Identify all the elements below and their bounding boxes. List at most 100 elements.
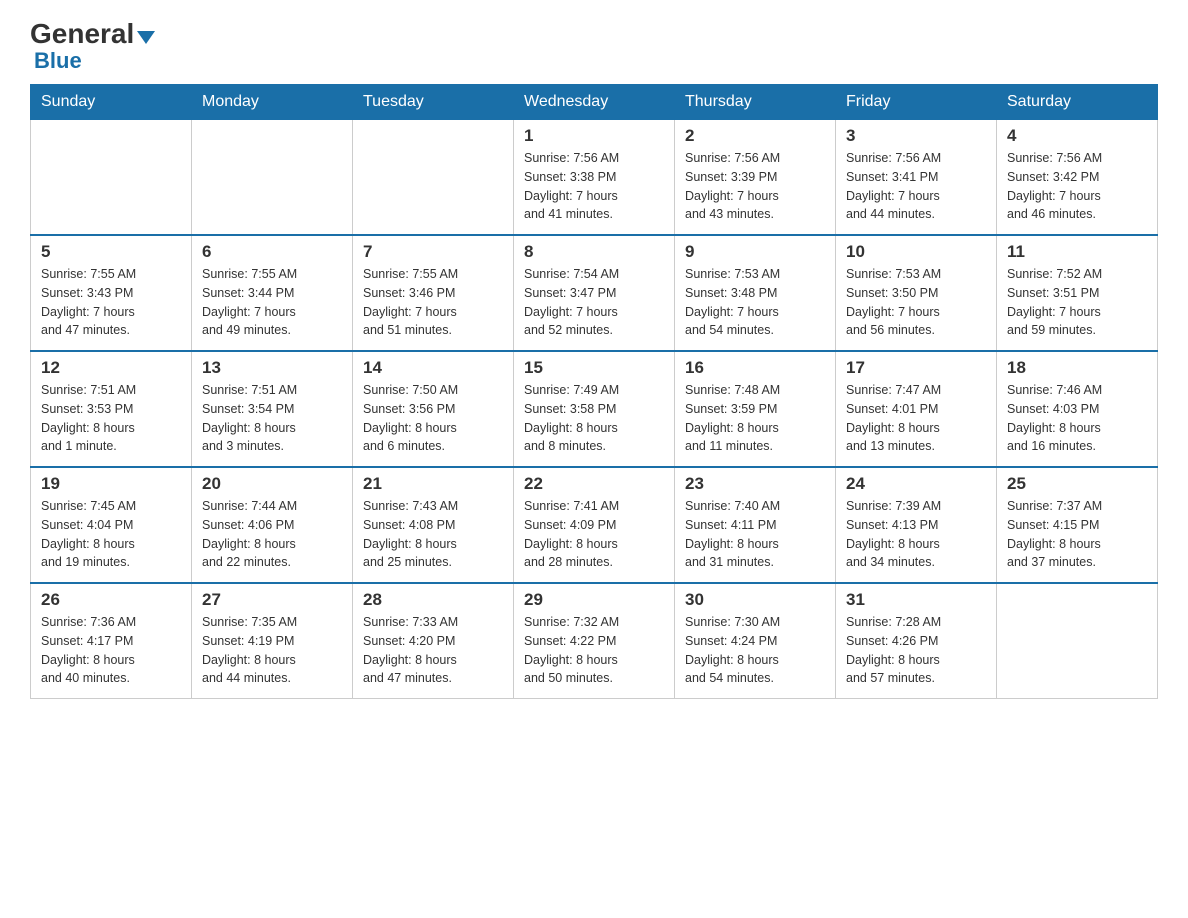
day-number: 8 [524,242,664,262]
calendar-cell: 11 Sunrise: 7:52 AMSunset: 3:51 PMDayligh… [997,235,1158,351]
calendar-cell: 4 Sunrise: 7:56 AMSunset: 3:42 PMDaylight… [997,120,1158,236]
day-info: Sunrise: 7:56 AMSunset: 3:42 PMDaylight:… [1007,149,1147,224]
calendar-cell: 21 Sunrise: 7:43 AMSunset: 4:08 PMDayligh… [353,467,514,583]
calendar-cell: 13Sunrise: 7:51 AMSunset: 3:54 PMDayligh… [192,351,353,467]
day-info: Sunrise: 7:39 AMSunset: 4:13 PMDaylight:… [846,497,986,572]
calendar-cell: 20 Sunrise: 7:44 AMSunset: 4:06 PMDayligh… [192,467,353,583]
calendar-cell: 18 Sunrise: 7:46 AMSunset: 4:03 PMDayligh… [997,351,1158,467]
day-info: Sunrise: 7:44 AMSunset: 4:06 PMDaylight:… [202,497,342,572]
calendar-cell: 10Sunrise: 7:53 AMSunset: 3:50 PMDayligh… [836,235,997,351]
calendar-cell: 23Sunrise: 7:40 AMSunset: 4:11 PMDayligh… [675,467,836,583]
day-number: 3 [846,126,986,146]
weekday-header-wednesday: Wednesday [514,85,675,120]
weekday-header-tuesday: Tuesday [353,85,514,120]
day-number: 21 [363,474,503,494]
day-info: Sunrise: 7:28 AMSunset: 4:26 PMDaylight:… [846,613,986,688]
weekday-header-monday: Monday [192,85,353,120]
day-number: 9 [685,242,825,262]
calendar-cell: 26Sunrise: 7:36 AMSunset: 4:17 PMDayligh… [31,583,192,699]
calendar-cell: 31 Sunrise: 7:28 AMSunset: 4:26 PMDayligh… [836,583,997,699]
day-number: 5 [41,242,181,262]
day-info: Sunrise: 7:56 AMSunset: 3:38 PMDaylight:… [524,149,664,224]
day-info: Sunrise: 7:45 AMSunset: 4:04 PMDaylight:… [41,497,181,572]
day-number: 6 [202,242,342,262]
day-info: Sunrise: 7:33 AMSunset: 4:20 PMDaylight:… [363,613,503,688]
weekday-header-friday: Friday [836,85,997,120]
calendar-cell: 3 Sunrise: 7:56 AMSunset: 3:41 PMDaylight… [836,120,997,236]
day-number: 1 [524,126,664,146]
day-number: 2 [685,126,825,146]
calendar-cell: 2 Sunrise: 7:56 AMSunset: 3:39 PMDaylight… [675,120,836,236]
day-info: Sunrise: 7:47 AMSunset: 4:01 PMDaylight:… [846,381,986,456]
day-number: 12 [41,358,181,378]
calendar-cell: 24Sunrise: 7:39 AMSunset: 4:13 PMDayligh… [836,467,997,583]
day-info: Sunrise: 7:40 AMSunset: 4:11 PMDaylight:… [685,497,825,572]
day-number: 7 [363,242,503,262]
day-info: Sunrise: 7:55 AMSunset: 3:43 PMDaylight:… [41,265,181,340]
calendar-cell: 8 Sunrise: 7:54 AMSunset: 3:47 PMDaylight… [514,235,675,351]
page-header: General Blue [30,20,1158,74]
calendar-week-row-1: 1 Sunrise: 7:56 AMSunset: 3:38 PMDaylight… [31,120,1158,236]
calendar-cell: 7 Sunrise: 7:55 AMSunset: 3:46 PMDaylight… [353,235,514,351]
day-number: 29 [524,590,664,610]
calendar-cell: 30 Sunrise: 7:30 AMSunset: 4:24 PMDayligh… [675,583,836,699]
day-info: Sunrise: 7:51 AMSunset: 3:54 PMDaylight:… [202,381,342,456]
calendar-cell: 1 Sunrise: 7:56 AMSunset: 3:38 PMDaylight… [514,120,675,236]
day-number: 31 [846,590,986,610]
day-number: 15 [524,358,664,378]
day-info: Sunrise: 7:50 AMSunset: 3:56 PMDaylight:… [363,381,503,456]
day-number: 22 [524,474,664,494]
day-info: Sunrise: 7:48 AMSunset: 3:59 PMDaylight:… [685,381,825,456]
calendar-cell: 17 Sunrise: 7:47 AMSunset: 4:01 PMDayligh… [836,351,997,467]
calendar-cell [997,583,1158,699]
day-number: 25 [1007,474,1147,494]
logo-general: General [30,20,134,48]
calendar-cell [353,120,514,236]
calendar-cell: 14 Sunrise: 7:50 AMSunset: 3:56 PMDayligh… [353,351,514,467]
day-info: Sunrise: 7:52 AMSunset: 3:51 PMDaylight:… [1007,265,1147,340]
day-number: 20 [202,474,342,494]
day-info: Sunrise: 7:56 AMSunset: 3:39 PMDaylight:… [685,149,825,224]
day-info: Sunrise: 7:37 AMSunset: 4:15 PMDaylight:… [1007,497,1147,572]
calendar-table: SundayMondayTuesdayWednesdayThursdayFrid… [30,84,1158,699]
logo-blue: Blue [34,48,82,74]
calendar-cell: 19 Sunrise: 7:45 AMSunset: 4:04 PMDayligh… [31,467,192,583]
calendar-cell: 22Sunrise: 7:41 AMSunset: 4:09 PMDayligh… [514,467,675,583]
day-number: 14 [363,358,503,378]
calendar-cell: 28 Sunrise: 7:33 AMSunset: 4:20 PMDayligh… [353,583,514,699]
day-info: Sunrise: 7:54 AMSunset: 3:47 PMDaylight:… [524,265,664,340]
weekday-header-thursday: Thursday [675,85,836,120]
day-number: 30 [685,590,825,610]
calendar-cell: 15 Sunrise: 7:49 AMSunset: 3:58 PMDayligh… [514,351,675,467]
day-info: Sunrise: 7:35 AMSunset: 4:19 PMDaylight:… [202,613,342,688]
calendar-cell: 29 Sunrise: 7:32 AMSunset: 4:22 PMDayligh… [514,583,675,699]
day-info: Sunrise: 7:51 AMSunset: 3:53 PMDaylight:… [41,381,181,456]
calendar-week-row-2: 5 Sunrise: 7:55 AMSunset: 3:43 PMDaylight… [31,235,1158,351]
calendar-cell [31,120,192,236]
day-info: Sunrise: 7:55 AMSunset: 3:46 PMDaylight:… [363,265,503,340]
day-info: Sunrise: 7:36 AMSunset: 4:17 PMDaylight:… [41,613,181,688]
day-info: Sunrise: 7:56 AMSunset: 3:41 PMDaylight:… [846,149,986,224]
day-number: 28 [363,590,503,610]
day-info: Sunrise: 7:53 AMSunset: 3:50 PMDaylight:… [846,265,986,340]
day-number: 11 [1007,242,1147,262]
day-number: 17 [846,358,986,378]
day-number: 18 [1007,358,1147,378]
day-info: Sunrise: 7:32 AMSunset: 4:22 PMDaylight:… [524,613,664,688]
day-number: 27 [202,590,342,610]
day-info: Sunrise: 7:49 AMSunset: 3:58 PMDaylight:… [524,381,664,456]
day-info: Sunrise: 7:46 AMSunset: 4:03 PMDaylight:… [1007,381,1147,456]
calendar-cell: 5 Sunrise: 7:55 AMSunset: 3:43 PMDaylight… [31,235,192,351]
logo-arrow-icon [137,31,155,44]
day-number: 19 [41,474,181,494]
calendar-week-row-5: 26Sunrise: 7:36 AMSunset: 4:17 PMDayligh… [31,583,1158,699]
calendar-week-row-3: 12 Sunrise: 7:51 AMSunset: 3:53 PMDayligh… [31,351,1158,467]
day-info: Sunrise: 7:43 AMSunset: 4:08 PMDaylight:… [363,497,503,572]
calendar-cell: 25 Sunrise: 7:37 AMSunset: 4:15 PMDayligh… [997,467,1158,583]
weekday-header-sunday: Sunday [31,85,192,120]
day-number: 4 [1007,126,1147,146]
calendar-cell: 16Sunrise: 7:48 AMSunset: 3:59 PMDayligh… [675,351,836,467]
calendar-week-row-4: 19 Sunrise: 7:45 AMSunset: 4:04 PMDayligh… [31,467,1158,583]
day-info: Sunrise: 7:30 AMSunset: 4:24 PMDaylight:… [685,613,825,688]
day-info: Sunrise: 7:55 AMSunset: 3:44 PMDaylight:… [202,265,342,340]
